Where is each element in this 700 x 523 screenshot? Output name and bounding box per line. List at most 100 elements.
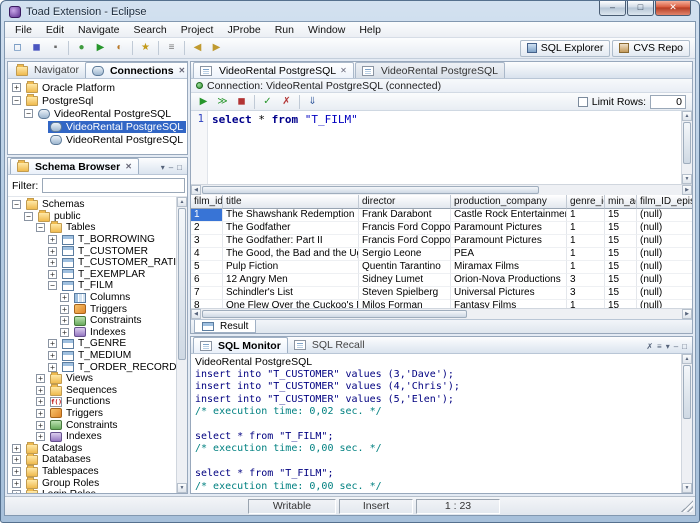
grid-cell[interactable]: 7 — [191, 287, 223, 300]
column-header-genre-id[interactable]: genre_id — [567, 195, 605, 209]
collapse-toggle-icon[interactable]: − — [36, 223, 45, 233]
expand-toggle-icon[interactable]: + — [36, 397, 45, 407]
expand-toggle-icon[interactable]: + — [12, 490, 21, 493]
tree-item-functions[interactable]: + Functions — [8, 396, 176, 408]
save-button[interactable]: ◼ — [27, 40, 46, 57]
tree-item-databases[interactable]: + Databases — [8, 453, 176, 466]
monitor-body[interactable]: VideoRental PostgreSQL insert into "T_CU… — [191, 354, 692, 493]
tree-item-tables[interactable]: − Tables — [8, 221, 176, 234]
minimize-button[interactable]: – — [599, 1, 626, 16]
grid-cell[interactable]: 1 — [567, 209, 605, 222]
tree-item-indexes[interactable]: + Indexes — [8, 327, 176, 339]
column-header-film-id-episodes[interactable]: film_ID_episodes — [637, 195, 692, 209]
close-button[interactable]: ✕ — [655, 1, 691, 16]
grid-cell[interactable]: (null) — [637, 209, 692, 222]
expand-toggle-icon[interactable]: + — [12, 83, 21, 92]
grid-cell[interactable]: 1 — [567, 261, 605, 274]
grid-cell[interactable]: Pulp Fiction — [223, 261, 359, 274]
execute-script-button[interactable]: ≫ — [213, 93, 232, 110]
grid-cell[interactable]: Miramax Films — [451, 261, 567, 274]
expand-toggle-icon[interactable]: + — [48, 258, 57, 268]
expand-toggle-icon[interactable]: + — [12, 455, 21, 465]
scrollbar-track[interactable] — [177, 207, 187, 483]
grid-cell[interactable]: Universal Pictures — [451, 287, 567, 300]
grid-cell[interactable]: Orion-Nova Productions — [451, 274, 567, 287]
scrollbar-thumb[interactable] — [202, 310, 467, 318]
tree-item-t-exemplar[interactable]: + T_EXEMPLAR — [8, 269, 176, 281]
grid-cell[interactable]: 15 — [605, 261, 637, 274]
tree-item-group-roles[interactable]: + Group Roles — [8, 476, 176, 489]
grid-cell[interactable]: (null) — [637, 274, 692, 287]
menu-project[interactable]: Project — [174, 23, 221, 37]
scroll-down-icon[interactable]: ▼ — [682, 174, 692, 184]
grid-cell[interactable]: 3 — [567, 287, 605, 300]
scroll-up-icon[interactable]: ▲ — [682, 111, 692, 121]
print-button[interactable]: ▪ — [46, 40, 65, 57]
grid-cell[interactable]: (null) — [637, 300, 692, 308]
grid-cell[interactable]: 1 — [191, 209, 223, 222]
close-tab-icon[interactable]: ✕ — [340, 66, 347, 75]
tab-connections[interactable]: Connections ✕ — [84, 62, 187, 78]
scroll-up-icon[interactable]: ▲ — [682, 354, 692, 364]
tab-result[interactable]: Result — [194, 320, 257, 333]
scroll-right-icon[interactable]: ▶ — [682, 309, 692, 319]
tree-item-public[interactable]: − public — [8, 209, 176, 223]
column-header-min-age[interactable]: min_age — [605, 195, 637, 209]
scrollbar-track[interactable] — [682, 121, 692, 174]
grid-cell[interactable]: (null) — [637, 287, 692, 300]
debug-button[interactable]: ● — [72, 40, 91, 57]
scroll-left-icon[interactable]: ◀ — [191, 309, 201, 319]
expand-toggle-icon[interactable]: + — [36, 374, 45, 384]
grid-cell[interactable]: 4 — [191, 248, 223, 261]
menu-file[interactable]: File — [8, 23, 39, 37]
tree-item-t-order-record[interactable]: + T_ORDER_RECORD — [8, 361, 176, 373]
scrollbar-thumb[interactable] — [683, 365, 691, 419]
grid-cell[interactable]: Schindler's List — [223, 287, 359, 300]
menu-edit[interactable]: Edit — [39, 23, 71, 37]
expand-toggle-icon[interactable]: + — [60, 293, 69, 303]
tree-item-t-genre[interactable]: + T_GENRE — [8, 338, 176, 350]
expand-toggle-icon[interactable]: + — [12, 443, 21, 453]
annotation-button[interactable]: ≡ — [162, 40, 181, 57]
grid-cell[interactable]: 1 — [567, 235, 605, 248]
tree-item-login-roles[interactable]: + Login Roles — [8, 488, 176, 493]
grid-cell[interactable]: PEA — [451, 248, 567, 261]
collapse-toggle-icon[interactable]: − — [48, 281, 57, 291]
grid-cell[interactable]: Francis Ford Coppola — [359, 222, 451, 235]
scrollbar-thumb[interactable] — [202, 186, 539, 194]
tree-item-constraints[interactable]: + Constraints — [8, 315, 176, 327]
scroll-left-icon[interactable]: ◀ — [191, 185, 201, 195]
menu-window[interactable]: Window — [301, 23, 352, 37]
grid-cell[interactable]: (null) — [637, 222, 692, 235]
tab-navigator[interactable]: Navigator — [10, 62, 85, 78]
cvs-repo-button[interactable]: CVS Repo — [612, 39, 690, 57]
expand-toggle-icon[interactable]: + — [48, 269, 57, 279]
clear-icon[interactable]: ✗ — [646, 342, 653, 351]
tree-item-indexes[interactable]: + Indexes — [8, 431, 176, 443]
grid-cell[interactable]: 15 — [605, 209, 637, 222]
grid-cell[interactable]: The Godfather — [223, 222, 359, 235]
maximize-icon[interactable]: □ — [682, 342, 687, 351]
grid-cell[interactable]: Sidney Lumet — [359, 274, 451, 287]
grid-cell[interactable]: 8 — [191, 300, 223, 308]
grid-cell[interactable]: Paramount Pictures — [451, 235, 567, 248]
grid-cell[interactable]: Frank Darabont — [359, 209, 451, 222]
limit-rows-input[interactable] — [650, 94, 686, 109]
expand-toggle-icon[interactable]: + — [36, 385, 45, 395]
grid-cell[interactable]: Sergio Leone — [359, 248, 451, 261]
grid-cell[interactable]: (null) — [637, 235, 692, 248]
grid-cell[interactable]: 3 — [567, 274, 605, 287]
menu-navigate[interactable]: Navigate — [71, 23, 126, 37]
editor-tab-videorental-postgresql[interactable]: VideoRental PostgreSQL ✕ — [193, 62, 354, 78]
grid-cell[interactable]: 15 — [605, 287, 637, 300]
tree-item-triggers[interactable]: + Triggers — [8, 408, 176, 420]
tree-item-constraints[interactable]: + Constraints — [8, 419, 176, 431]
expand-toggle-icon[interactable]: + — [60, 316, 69, 326]
scroll-up-icon[interactable]: ▲ — [177, 197, 187, 207]
tree-item-columns[interactable]: + Columns — [8, 292, 176, 304]
grid-cell[interactable]: The Good, the Bad and the Ugly — [223, 248, 359, 261]
tree-item-sequences[interactable]: + Sequences — [8, 383, 176, 397]
grid-cell[interactable]: 15 — [605, 274, 637, 287]
expand-toggle-icon[interactable]: + — [48, 362, 57, 372]
expand-toggle-icon[interactable]: + — [36, 408, 45, 418]
